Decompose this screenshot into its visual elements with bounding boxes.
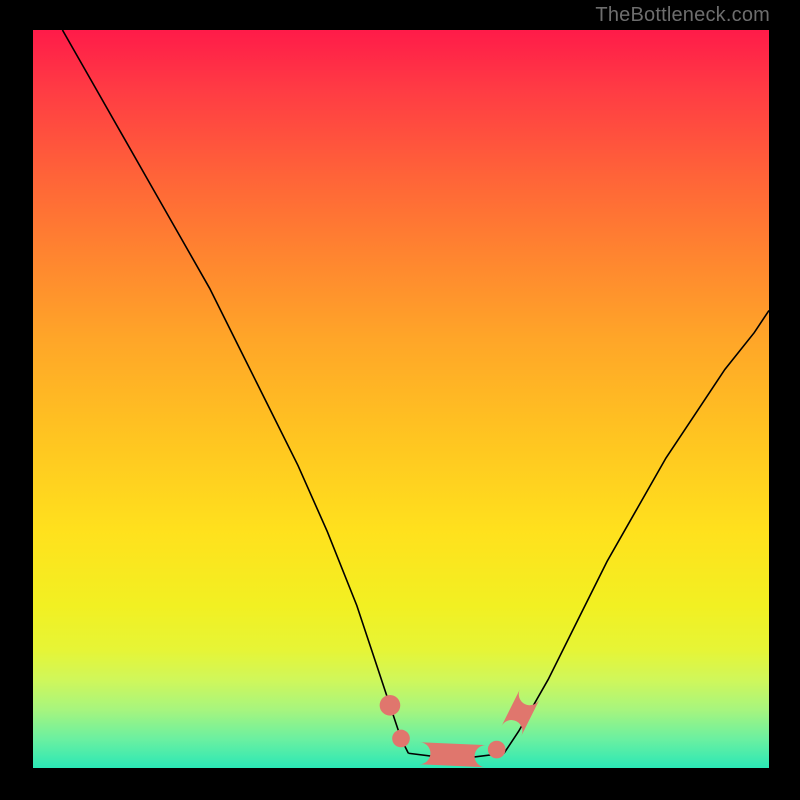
curve-right bbox=[504, 310, 769, 753]
watermark-text: TheBottleneck.com bbox=[595, 4, 770, 27]
plot-area bbox=[33, 30, 769, 768]
chart-frame: TheBottleneck.com bbox=[0, 0, 800, 800]
curve-left bbox=[62, 30, 408, 753]
marker-pill bbox=[419, 742, 486, 767]
curve-group bbox=[62, 30, 769, 757]
marker-dot bbox=[488, 741, 506, 759]
marker-dot bbox=[392, 730, 410, 748]
chart-svg bbox=[33, 30, 769, 768]
marker-group bbox=[380, 689, 540, 767]
marker-dot bbox=[380, 695, 401, 716]
